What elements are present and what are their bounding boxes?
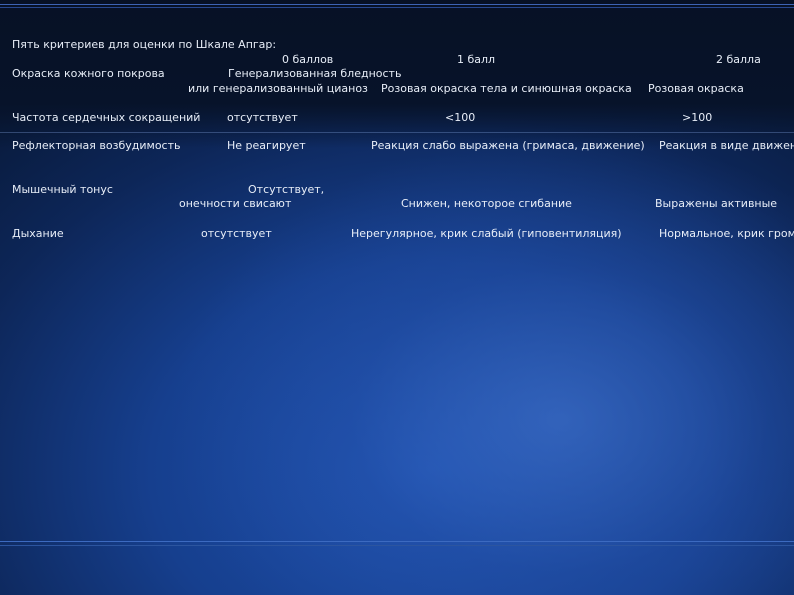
heart-score0: отсутствует bbox=[227, 111, 298, 124]
criterion-muscle-tone: Мышечный тонус bbox=[12, 183, 113, 196]
heart-score1: <100 bbox=[445, 111, 476, 124]
tone-score0-line1: Отсутствует, bbox=[248, 183, 325, 196]
criterion-skin-color: Окраска кожного покрова bbox=[12, 67, 165, 80]
heart-score2: >100 bbox=[682, 111, 713, 124]
top-rule-1 bbox=[0, 4, 794, 5]
header-score-0: 0 баллов bbox=[282, 53, 334, 66]
criterion-reflex: Рефлекторная возбудимость bbox=[12, 139, 181, 152]
criterion-respiration: Дыхание bbox=[12, 227, 64, 240]
slide-title: Пять критериев для оценки по Шкале Апгар… bbox=[12, 38, 277, 51]
skin-score0-line1: Генерализованная бледность bbox=[228, 67, 402, 80]
skin-score1: Розовая окраска тела и синюшная окраска bbox=[381, 82, 632, 95]
reflex-score1: Реакция слабо выражена (гримаса, движени… bbox=[371, 139, 645, 152]
bottom-rule-1 bbox=[0, 541, 794, 542]
row-divider bbox=[0, 132, 794, 133]
header-score-1: 1 балл bbox=[457, 53, 496, 66]
tone-score1: Снижен, некоторое сгибание bbox=[401, 197, 572, 210]
resp-score0: отсутствует bbox=[201, 227, 272, 240]
tone-score0-line2: онечности свисают bbox=[179, 197, 292, 210]
skin-score0-line2: или генерализованный цианоз bbox=[188, 82, 368, 95]
reflex-score0: Не реагирует bbox=[227, 139, 306, 152]
bottom-rule-2 bbox=[0, 545, 794, 546]
tone-score2: Выражены активные bbox=[655, 197, 778, 210]
skin-score2: Розовая окраска bbox=[648, 82, 744, 95]
top-rule-2 bbox=[0, 7, 794, 8]
header-score-2: 2 балла bbox=[716, 53, 761, 66]
reflex-score2: Реакция в виде движения bbox=[659, 139, 794, 152]
resp-score2: Нормальное, крик громкий bbox=[659, 227, 794, 240]
criterion-heart-rate: Частота сердечных сокращений bbox=[12, 111, 201, 124]
resp-score1: Нерегулярное, крик слабый (гиповентиляци… bbox=[351, 227, 622, 240]
